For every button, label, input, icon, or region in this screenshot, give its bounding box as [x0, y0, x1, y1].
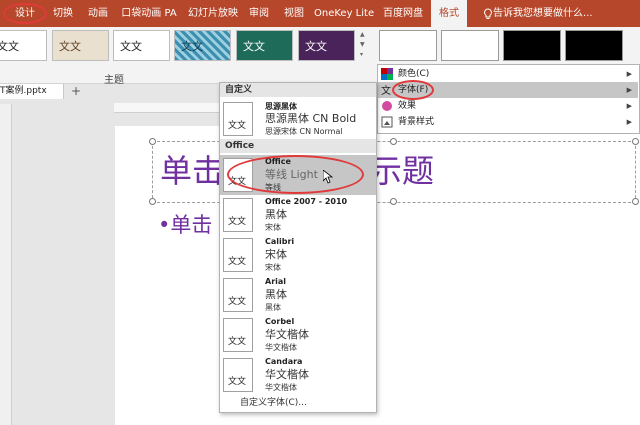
design-tab-highlight-ring [3, 3, 47, 24]
font-heading: 黑体 [265, 288, 287, 301]
font-name: Calibri [265, 237, 295, 246]
variant-thumbnail[interactable] [565, 30, 623, 61]
variant-thumbnail[interactable] [441, 30, 499, 61]
font-option[interactable]: 文文 Calibri 宋体 宋体 [220, 235, 376, 275]
font-heading: 黑体 [265, 208, 287, 221]
custom-fonts-link[interactable]: 自定义字体(C)... [240, 395, 307, 408]
menu-item-label: 背景样式 [398, 117, 435, 127]
resize-handle[interactable] [390, 138, 397, 145]
menu-item-background-styles[interactable]: 背景样式 ▶ [378, 114, 638, 130]
font-preview-sample: 文文 [228, 217, 247, 227]
font-body: 思源宋体 CN Normal [265, 127, 343, 136]
font-preview-sample: 文文 [228, 257, 247, 267]
background-styles-icon [381, 116, 393, 128]
font-preview-box: 文文 [223, 102, 253, 136]
font-body: 宋体 [265, 263, 281, 272]
office-font-highlight-ring [227, 155, 364, 194]
font-preview-sample: 文文 [228, 297, 247, 307]
font-preview-box: 文文 [223, 278, 253, 312]
font-name: Candara [265, 357, 303, 366]
fonts-dropdown-panel: 自定义 文文 思源黑体 思源黑体 CN Bold 思源宋体 CN Normal … [219, 82, 377, 413]
font-body: 宋体 [265, 223, 281, 232]
fonts-item-highlight-ring [392, 80, 434, 100]
theme-thumbnail[interactable]: 文文 [52, 30, 109, 61]
theme-sample-text: 文文 [243, 40, 265, 53]
tab-animations[interactable]: 动画 [82, 0, 114, 27]
mouse-cursor-icon [322, 169, 334, 187]
theme-sample-text: 文文 [0, 40, 19, 53]
theme-thumbnail[interactable]: 文文 [113, 30, 170, 61]
font-preview-sample: 文文 [228, 377, 247, 387]
font-preview-box: 文文 [223, 318, 253, 352]
font-preview-sample: 文文 [228, 121, 247, 131]
slide-bullet-text: •单击 [158, 213, 213, 237]
resize-handle[interactable] [390, 198, 397, 205]
colors-icon [381, 68, 393, 80]
submenu-arrow-icon: ▶ [626, 102, 632, 110]
font-body: 华文楷体 [265, 343, 297, 352]
new-tab-button[interactable]: + [71, 84, 81, 99]
resize-handle[interactable] [632, 138, 639, 145]
theme-gallery-scroll[interactable]: ▲ ▼ ▾ [360, 30, 368, 70]
submenu-arrow-icon: ▶ [626, 118, 632, 126]
tab-baidu-netdisk[interactable]: 百度网盘 [380, 0, 426, 27]
font-option[interactable]: 文文 Office 2007 - 2010 黑体 宋体 [220, 195, 376, 235]
ribbon-tab-bar: 设计 切换 动画 口袋动画 PA 幻灯片放映 审阅 视图 OneKey Lite… [0, 0, 640, 27]
slide-title-text-tail: 示题 [370, 152, 435, 190]
tab-onekey-lite[interactable]: OneKey Lite [314, 0, 374, 27]
theme-thumbnail[interactable]: 文文 [298, 30, 355, 61]
section-header-office: Office [220, 139, 376, 153]
font-option[interactable]: 文文 思源黑体 思源黑体 CN Bold 思源宋体 CN Normal [220, 99, 376, 139]
tell-me-search[interactable]: 告诉我您想要做什么... [493, 0, 613, 27]
theme-thumbnail[interactable]: 文文 [236, 30, 293, 61]
variant-thumbnail[interactable] [379, 30, 437, 61]
effects-icon [381, 100, 393, 112]
tab-review[interactable]: 审阅 [245, 0, 273, 27]
theme-sample-text: 文文 [59, 40, 81, 53]
vertical-ruler [0, 104, 12, 425]
tab-slideshow[interactable]: 幻灯片放映 [185, 0, 241, 27]
resize-handle[interactable] [149, 138, 156, 145]
font-heading: 宋体 [265, 248, 287, 261]
font-preview-sample: 文文 [228, 337, 247, 347]
tab-format[interactable]: 格式 [431, 0, 467, 27]
font-preview-box: 文文 [223, 198, 253, 232]
resize-handle[interactable] [632, 198, 639, 205]
theme-sample-text: 文文 [181, 40, 203, 53]
resize-handle[interactable] [149, 198, 156, 205]
theme-sample-text: 文文 [305, 40, 327, 53]
section-header-custom: 自定义 [220, 83, 376, 97]
tab-pocket-animation[interactable]: 口袋动画 PA [118, 0, 180, 27]
menu-item-label: 效果 [398, 101, 417, 111]
font-body: 华文楷体 [265, 383, 297, 392]
tab-transitions[interactable]: 切换 [47, 0, 79, 27]
slide-title-text: 单击 [160, 152, 225, 190]
tab-view[interactable]: 视图 [280, 0, 308, 27]
font-heading: 华文楷体 [265, 368, 309, 381]
svg-text:文: 文 [381, 84, 391, 96]
font-heading: 华文楷体 [265, 328, 309, 341]
submenu-arrow-icon: ▶ [626, 86, 632, 94]
font-body: 黑体 [265, 303, 281, 312]
submenu-arrow-icon: ▶ [626, 70, 632, 78]
variant-thumbnail[interactable] [503, 30, 561, 61]
theme-thumbnail[interactable]: 文文 [0, 30, 47, 61]
font-preview-box: 文文 [223, 358, 253, 392]
font-preview-box: 文文 [223, 238, 253, 272]
font-option[interactable]: 文文 Candara 华文楷体 华文楷体 [220, 355, 376, 395]
theme-thumbnail[interactable]: 文文 [174, 30, 231, 61]
font-option[interactable]: 文文 Corbel 华文楷体 华文楷体 [220, 315, 376, 355]
font-name: Office 2007 - 2010 [265, 197, 348, 206]
menu-item-effects[interactable]: 效果 ▶ [378, 98, 638, 114]
font-option[interactable]: 文文 Arial 黑体 黑体 [220, 275, 376, 315]
font-name: Arial [265, 277, 287, 286]
resize-grip[interactable]: ..... [290, 408, 306, 412]
font-heading: 思源黑体 CN Bold [265, 112, 357, 125]
theme-sample-text: 文文 [120, 40, 142, 53]
font-name: Corbel [265, 317, 295, 326]
document-tab[interactable]: T案例.pptx [0, 84, 64, 99]
